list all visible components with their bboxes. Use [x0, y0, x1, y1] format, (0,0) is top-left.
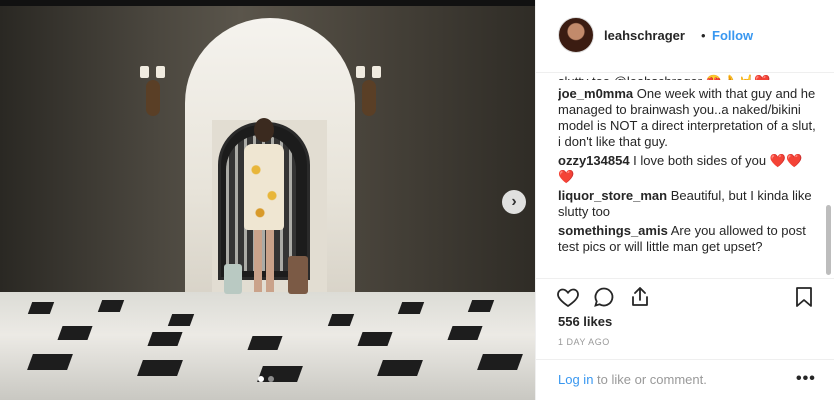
share-button[interactable]: [628, 285, 652, 309]
comments-list: slutty too @leahschrager 😍👌🤘❤️ joe_m0mma…: [558, 74, 818, 274]
follow-button[interactable]: Follow: [712, 28, 753, 43]
next-photo-button[interactable]: ›: [502, 190, 526, 214]
comment-partial: slutty too @leahschrager 😍👌🤘❤️: [558, 74, 818, 80]
photo-person: [242, 118, 286, 294]
photo-floor: [0, 292, 535, 400]
carousel-dot: [268, 376, 274, 382]
login-prompt: Log in to like or comment.: [558, 372, 707, 387]
comment-username[interactable]: somethings_amis: [558, 223, 668, 238]
chevron-right-icon: ›: [511, 193, 517, 210]
comment-item: somethings_amis Are you allowed to post …: [558, 223, 818, 255]
more-options-icon[interactable]: •••: [796, 370, 816, 388]
header-separator: •: [701, 28, 706, 43]
bookmark-icon: [796, 287, 812, 307]
post-actions: [536, 278, 834, 315]
post-sidebar: leahschrager • Follow slutty too @leahsc…: [535, 0, 834, 400]
comment-item: ozzy134854 I love both sides of you ❤️❤️…: [558, 153, 818, 185]
comment-button[interactable]: [592, 285, 616, 309]
comment-item: joe_m0mma One week with that guy and he …: [558, 86, 818, 150]
wall-sconce-left: [140, 66, 165, 124]
heart-icon: [557, 288, 579, 308]
save-button[interactable]: [792, 285, 816, 309]
comment-username[interactable]: liquor_store_man: [558, 188, 667, 203]
avatar[interactable]: [558, 17, 594, 53]
comments-scrollbar[interactable]: [826, 205, 831, 275]
carousel-dot-active: [258, 376, 264, 382]
post-header: leahschrager • Follow: [536, 0, 834, 73]
login-footer: Log in to like or comment. •••: [536, 359, 834, 401]
comment-icon: [594, 287, 614, 307]
login-rest-text: to like or comment.: [593, 372, 707, 387]
photo-top-edge: [0, 0, 535, 6]
comment-item: liquor_store_man Beautiful, but I kinda …: [558, 188, 818, 220]
photo-small-bag: [224, 264, 242, 294]
photo-suitcase: [288, 256, 308, 294]
post-timestamp[interactable]: 1 DAY AGO: [558, 337, 610, 347]
post-photo[interactable]: ›: [0, 0, 535, 400]
comment-username[interactable]: joe_m0mma: [558, 86, 633, 101]
login-link[interactable]: Log in: [558, 372, 593, 387]
wall-sconce-right: [356, 66, 381, 124]
share-icon: [632, 287, 648, 306]
carousel-indicator: [258, 376, 274, 382]
post-username[interactable]: leahschrager: [604, 28, 685, 43]
like-button[interactable]: [556, 285, 580, 309]
comment-username[interactable]: ozzy134854: [558, 153, 630, 168]
likes-count[interactable]: 556 likes: [558, 314, 612, 329]
